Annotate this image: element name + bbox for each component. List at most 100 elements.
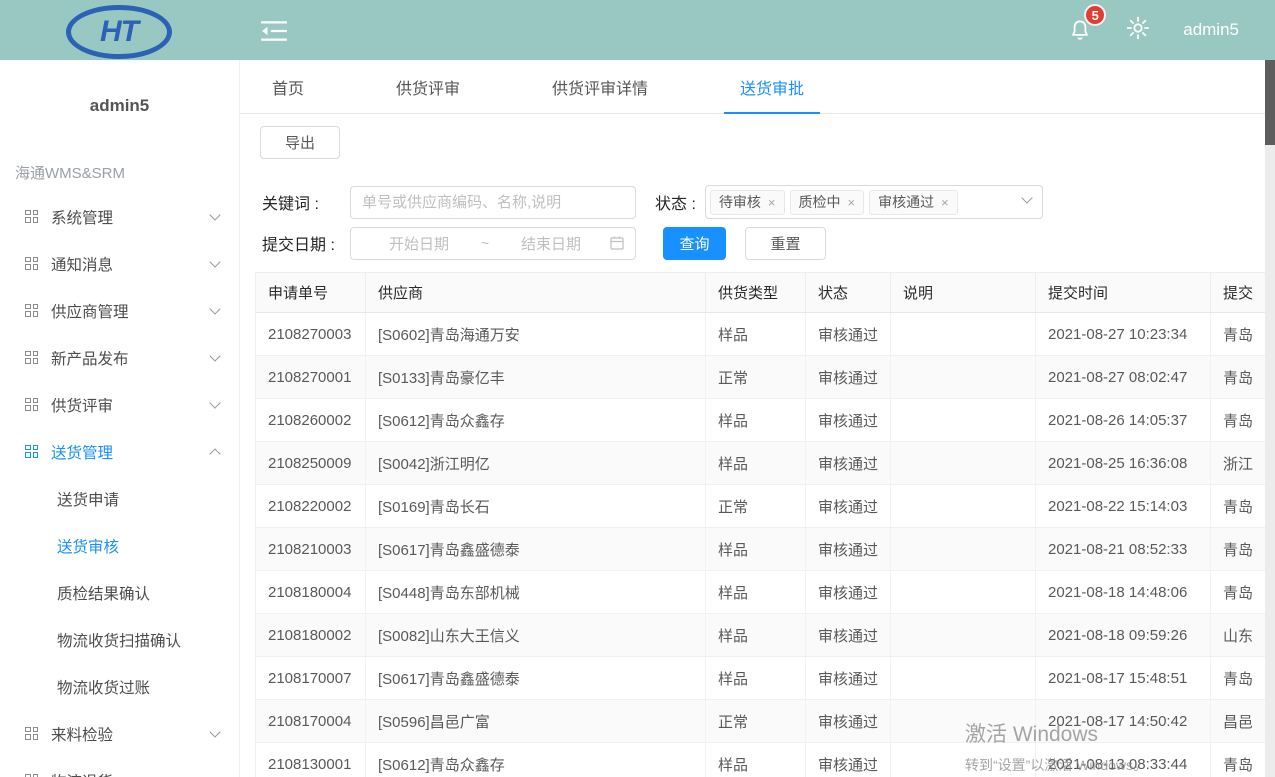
status-tag-0: 待审核× [710,190,785,215]
sidebar-subitem-1[interactable]: 送货审核 [0,522,239,569]
sidebar-subitem-0[interactable]: 送货申请 [0,475,239,522]
sidebar-item-2[interactable]: 供应商管理 [0,287,239,334]
sidebar-subitem-3[interactable]: 物流收货扫描确认 [0,616,239,663]
menu-grid-icon [25,727,39,741]
filter-panel: 关键词 : 状态 : 待审核×质检中×审核通过× 提交日期 : 开始日期 ~ 结… [262,185,1275,260]
company-logo[interactable]: HT [66,5,172,59]
sidebar-item-label: 供货评审 [51,394,211,416]
table-cell: 2021-08-18 09:59:26 [1036,614,1211,657]
sidebar-item-7[interactable]: 物流退货 [0,757,239,777]
scrollbar-thumb[interactable] [1265,60,1275,145]
sidebar-item-label: 供应商管理 [51,300,211,322]
tab-2[interactable]: 供货评审详情 [536,60,664,113]
table-cell: 2021-08-18 14:48:06 [1036,571,1211,614]
table-row[interactable]: 2108270003[S0602]青岛海通万安样品审核通过2021-08-27 … [256,313,1275,356]
table-cell: 2108220002 [256,485,366,528]
chevron-up-icon [209,448,220,459]
table-cell: 样品 [706,743,806,777]
table-cell: [S0133]青岛豪亿丰 [366,356,706,399]
table-row[interactable]: 2108170004[S0596]昌邑广富正常审核通过2021-08-17 14… [256,700,1275,743]
table-row[interactable]: 2108220002[S0169]青岛长石正常审核通过2021-08-22 15… [256,485,1275,528]
table-row[interactable]: 2108260002[S0612]青岛众鑫存样品审核通过2021-08-26 1… [256,399,1275,442]
table-cell: 2108180002 [256,614,366,657]
table-row[interactable]: 2108130001[S0612]青岛众鑫存样品审核通过2021-08-13 0… [256,743,1275,777]
column-header-4: 说明 [891,273,1036,313]
tab-bar: 首页 供货评审 供货评审详情 送货审批 [240,60,1275,114]
column-header-1: 供应商 [366,273,706,313]
search-button[interactable]: 查询 [663,227,726,260]
sidebar-item-4[interactable]: 供货评审 [0,381,239,428]
status-tag-1: 质检中× [790,190,865,215]
table-cell: [S0082]山东大王信义 [366,614,706,657]
tag-close-icon[interactable]: × [768,195,776,210]
column-header-0: 申请单号 [256,273,366,313]
chevron-down-icon [209,209,220,220]
date-separator: ~ [481,235,489,251]
sidebar-subitem-label: 送货申请 [57,488,119,510]
table-cell: 2108170004 [256,700,366,743]
header-actions: 5 admin5 [1067,0,1239,60]
menu-grid-icon [25,304,39,318]
sidebar-subitem-2[interactable]: 质检结果确认 [0,569,239,616]
table-cell: 2021-08-27 08:02:47 [1036,356,1211,399]
table-cell: 2108210003 [256,528,366,571]
sidebar-item-6[interactable]: 来料检验 [0,710,239,757]
table-row[interactable]: 2108180004[S0448]青岛东部机械样品审核通过2021-08-18 … [256,571,1275,614]
chevron-down-icon [209,726,220,737]
status-label: 状态 : [655,190,696,214]
table-cell: 样品 [706,442,806,485]
keyword-input[interactable] [350,186,636,219]
logo-text: HT [100,15,138,49]
sidebar-collapse-button[interactable] [260,19,288,43]
sidebar-item-0[interactable]: 系统管理 [0,193,239,240]
tab-0[interactable]: 首页 [256,60,320,113]
sidebar-item-3[interactable]: 新产品发布 [0,334,239,381]
sidebar-subitem-4[interactable]: 物流收货过账 [0,663,239,710]
table-cell: [S0612]青岛众鑫存 [366,743,706,777]
table-cell [891,399,1036,442]
sidebar-username: admin5 [0,96,239,116]
tag-close-icon[interactable]: × [848,195,856,210]
table-header-row: 申请单号供应商供货类型状态说明提交时间提交 [256,273,1275,313]
delivery-approval-table: 申请单号供应商供货类型状态说明提交时间提交 2108270003[S0602]青… [255,272,1275,777]
tag-close-icon[interactable]: × [941,195,949,210]
table-row[interactable]: 2108180002[S0082]山东大王信义样品审核通过2021-08-18 … [256,614,1275,657]
table-row[interactable]: 2108270001[S0133]青岛豪亿丰正常审核通过2021-08-27 0… [256,356,1275,399]
sidebar-subitem-label: 物流收货扫描确认 [57,629,181,651]
menu-grid-icon [25,257,39,271]
menu-grid-icon [25,774,39,777]
table-row[interactable]: 2108210003[S0617]青岛鑫盛德泰样品审核通过2021-08-21 … [256,528,1275,571]
menu-fold-icon [260,19,288,43]
table-cell: 样品 [706,313,806,356]
chevron-down-icon [209,256,220,267]
table-row[interactable]: 2108250009[S0042]浙江明亿样品审核通过2021-08-25 16… [256,442,1275,485]
sidebar-item-5[interactable]: 送货管理 [0,428,239,475]
date-range-picker[interactable]: 开始日期 ~ 结束日期 [350,227,636,260]
sidebar-item-label: 通知消息 [51,253,211,275]
table-cell: [S0617]青岛鑫盛德泰 [366,528,706,571]
reset-button[interactable]: 重置 [745,227,826,260]
table-cell [891,442,1036,485]
tab-label: 供货评审 [396,75,460,99]
table-cell: 2021-08-21 08:52:33 [1036,528,1211,571]
tab-3[interactable]: 送货审批 [724,60,820,113]
tab-1[interactable]: 供货评审 [380,60,476,113]
table-cell: 正常 [706,700,806,743]
table-cell [891,700,1036,743]
table-cell: 2021-08-27 10:23:34 [1036,313,1211,356]
status-tag-label: 审核通过 [878,192,934,212]
table-cell: 2021-08-26 14:05:37 [1036,399,1211,442]
table-row[interactable]: 2108170007[S0617]青岛鑫盛德泰样品审核通过2021-08-17 … [256,657,1275,700]
table-cell [891,614,1036,657]
sidebar-item-label: 新产品发布 [51,347,211,369]
header-username[interactable]: admin5 [1183,20,1239,40]
notifications-button[interactable]: 5 [1067,17,1093,43]
sidebar-menu: 系统管理通知消息供应商管理新产品发布供货评审送货管理送货申请送货审核质检结果确认… [0,193,239,777]
export-button[interactable]: 导出 [260,126,340,159]
settings-button[interactable] [1125,15,1151,46]
gear-icon [1125,15,1151,41]
sidebar-item-1[interactable]: 通知消息 [0,240,239,287]
vertical-scrollbar[interactable] [1265,60,1275,777]
table-cell [891,528,1036,571]
status-select[interactable]: 待审核×质检中× 审核通过 × [705,185,1043,219]
